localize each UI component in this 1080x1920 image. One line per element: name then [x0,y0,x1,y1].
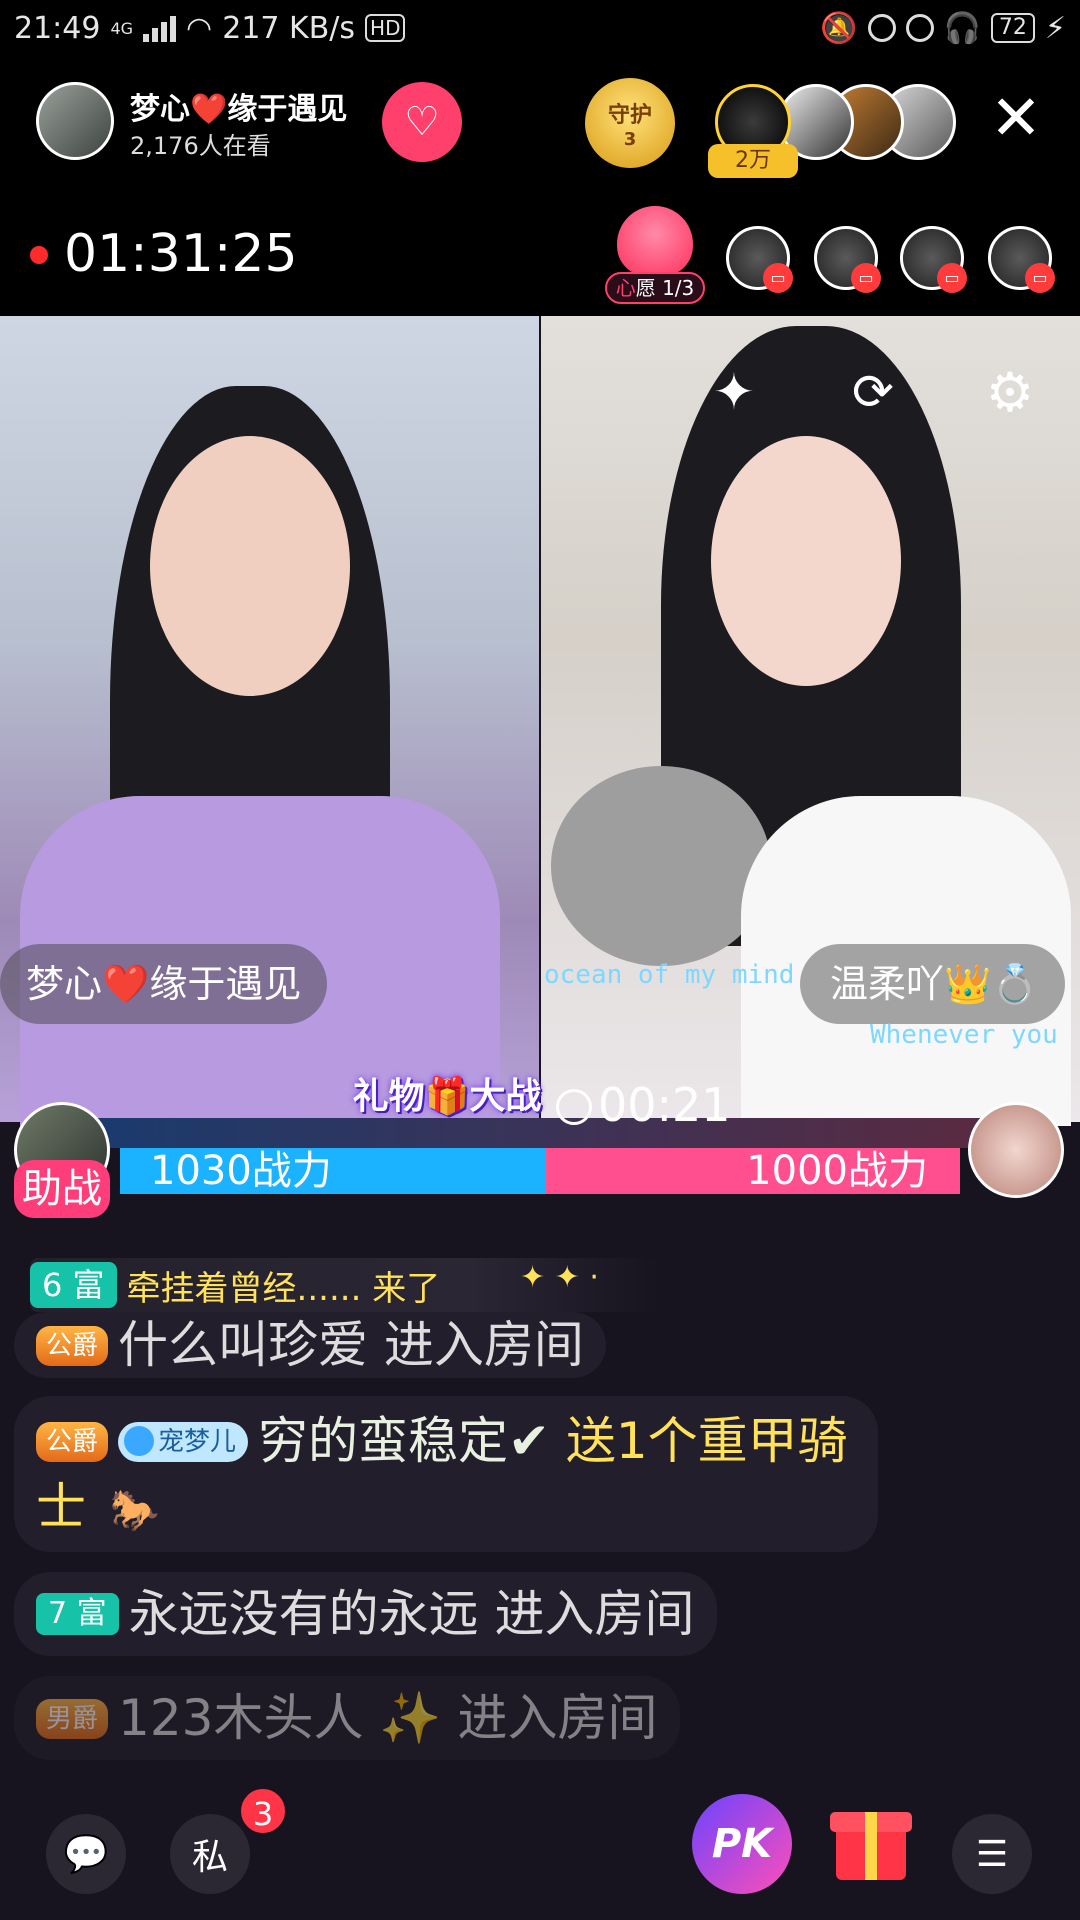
pk-strip [90,1118,1010,1148]
chat-user[interactable]: 穷的蛮稳定✔ [258,1412,550,1470]
host-avatar[interactable] [36,82,114,160]
smiling-heart-icon [617,206,693,276]
video-face [150,436,350,696]
seat-avatar-2[interactable]: ▭ [814,226,881,293]
gear-icon: ⚙ [985,360,1035,424]
sofa-icon: ▭ [851,263,881,293]
hamburger-menu-icon: ☰ [975,1833,1009,1875]
follow-button[interactable]: ♡ [382,82,462,162]
chat-action: 进入房间 [441,1689,658,1747]
chat-bubble-icon: 💬 [63,1834,109,1875]
status-bar: 21:49 4G ◠ 217 KB/s HD 🔕 🎧 72 ⚡ [0,0,1080,56]
noble-badge: 男爵 [36,1699,109,1739]
pk-right-score: 1000战力 [546,1148,960,1194]
pk-button[interactable]: PK [692,1794,792,1894]
charging-icon: ⚡ [1044,10,1066,46]
pk-left-score: 1030战力 [120,1148,547,1194]
pk-title: 礼物🎁大战 [352,1076,542,1117]
beauty-wand-button[interactable]: ✦ [698,356,770,428]
chat-input-button[interactable]: 💬 [46,1814,126,1894]
more-menu-button[interactable]: ☰ [952,1814,1032,1894]
alarm-icon [905,14,934,42]
sofa-icon: ▭ [937,263,967,293]
chat-user[interactable]: 什么叫珍爱 [118,1316,368,1374]
live-duration: 01:31:25 [64,224,298,284]
private-message-button[interactable]: 私 [170,1814,250,1894]
video-face [711,436,901,686]
wifi-icon: ◠ [186,10,213,46]
wish-list-button[interactable]: 心愿 1/3 [605,206,705,306]
contribution-badge: 2万 [708,144,798,178]
private-label: 私 [191,1837,228,1878]
net-speed: 217 KB/s [222,10,356,46]
microphone [551,766,771,966]
headphones-icon: 🎧 [943,10,981,46]
gift-button[interactable] [830,1800,912,1882]
mute-bell-icon: 🔕 [820,10,858,46]
sofa-icon: ▭ [1025,263,1055,293]
gift-ribbon [865,1812,877,1880]
wish-label: 愿 1/3 [635,276,695,300]
chat-message[interactable]: 公爵 宠梦儿 穷的蛮稳定✔ 送1个重甲骑士 🐎 [14,1396,878,1552]
notification-badge: 3 [238,1786,288,1836]
hd-icon: HD [365,14,406,42]
heart-plus-icon: ♡ [404,99,440,145]
close-button[interactable]: ✕ [986,87,1046,150]
lock-rotation-icon [867,14,896,42]
wealth-level-badge: 6 富 [30,1262,117,1308]
heart-level-icon [124,1426,155,1456]
lyric-line-2: Whenever you [870,1020,1058,1050]
sofa-icon: ▭ [763,263,793,293]
wealth-level-badge: 7 富 [36,1593,119,1635]
magic-wand-icon: ✦ [713,363,755,421]
clock-time: 21:49 [14,10,101,46]
signal-icon [143,14,177,42]
fan-club-name: 宠梦儿 [158,1427,237,1457]
recording-dot-icon [30,246,48,264]
banner-text: 牵挂着曾经...... 来了 [126,1268,441,1309]
pk-right-avatar[interactable] [968,1102,1064,1198]
host-name[interactable]: 梦心❤️缘于遇见 [130,84,347,128]
guard-count: 3 [623,128,637,150]
pk-timer: 00:21 [556,1078,731,1132]
noble-badge: 公爵 [36,1422,109,1462]
flip-camera-icon: ⟳ [852,363,894,421]
close-icon: ✕ [990,81,1042,154]
chat-message[interactable]: 男爵 123木头人 ✨ 进入房间 [14,1676,680,1760]
live-header: 梦心❤️缘于遇见 2,176人在看 ♡ 守护 3 2万 ✕ 01:31:25 心… [0,56,1080,316]
pk-progress-bar: 1030战力 1000战力 [120,1148,960,1194]
clock-icon [556,1089,592,1125]
support-button[interactable]: 助战 [14,1160,110,1218]
seat-avatar-1[interactable]: ▭ [726,226,793,293]
chat-user[interactable]: 123木头人 ✨ [118,1689,442,1747]
flip-camera-button[interactable]: ⟳ [837,356,909,428]
settings-button[interactable]: ⚙ [974,356,1046,428]
viewer-count: 2,176人在看 [130,132,271,160]
bottom-toolbar: 💬 私 3 PK ☰ [0,1786,1080,1920]
seat-avatar-3[interactable]: ▭ [900,226,967,293]
noble-badge: 公爵 [36,1326,109,1366]
network-label: 4G [110,18,134,38]
chat-message[interactable]: 公爵 什么叫珍爱 进入房间 [14,1312,606,1378]
fan-club-badge: 宠梦儿 [118,1422,249,1462]
left-streamer-nameplate: 梦心❤️缘于遇见 [0,944,328,1024]
lyric-line-1: ocean of my mind [544,960,795,990]
pk-timer-value: 00:21 [598,1078,731,1132]
sparkle-icon: ✦ ✦ · [520,1260,599,1295]
battery-icon: 72 [990,13,1035,43]
seat-avatar-4[interactable]: ▭ [988,226,1055,293]
chat-message[interactable]: 7 富永远没有的永远 进入房间 [14,1572,717,1656]
chat-action: 进入房间 [368,1316,584,1374]
wish-prefix: 心 [615,276,636,300]
guard-label: 守护 [607,102,652,128]
wish-progress: 心愿 1/3 [605,272,705,304]
chat-action: 进入房间 [478,1585,695,1643]
chat-user[interactable]: 永远没有的永远 [129,1585,479,1643]
right-streamer-nameplate: 温柔吖👑💍 [800,944,1065,1024]
guard-badge[interactable]: 守护 3 [585,78,675,168]
knight-gift-icon: 🐎 [109,1488,160,1534]
